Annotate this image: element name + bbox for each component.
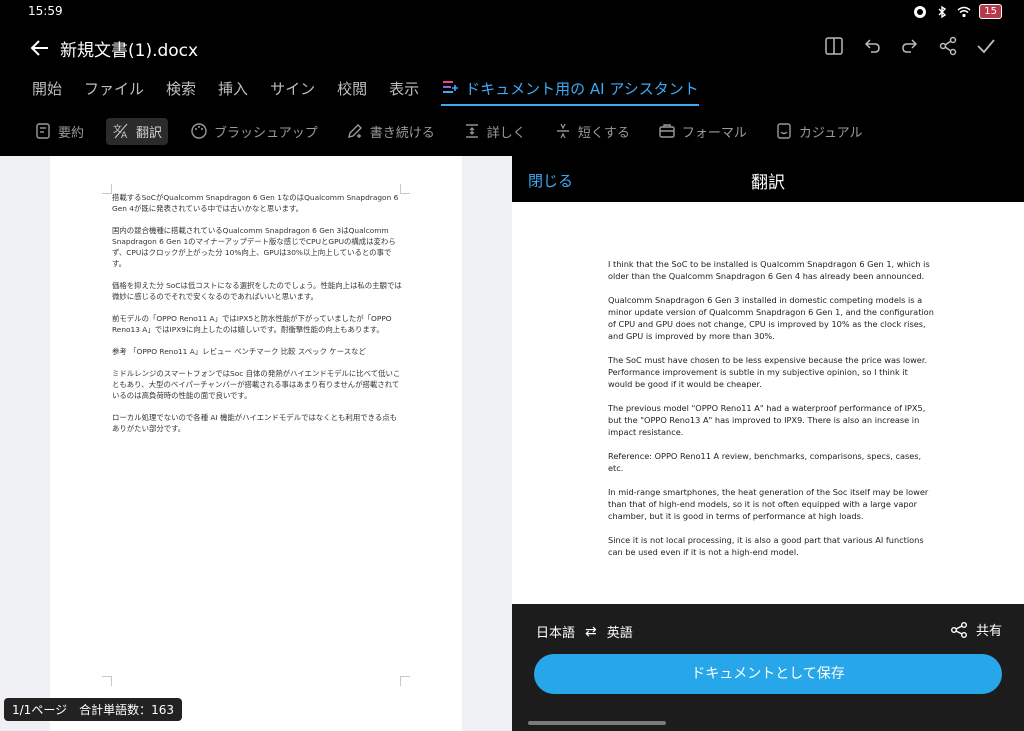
translated-paragraph: I think that the SoC to be installed is … xyxy=(608,259,930,281)
translation-panel: 閉じる 翻訳 I think that the SoC to be instal… xyxy=(512,156,1024,731)
palette-icon xyxy=(191,123,207,139)
document-area[interactable]: 搭載するSoCがQualcomm Snapdragon 6 Gen 1なのはQu… xyxy=(0,156,512,731)
brushup-tool[interactable]: ブラッシュアップ xyxy=(184,118,324,145)
menu-tabs: 開始 ファイル 検索 挿入 サイン 校閲 表示 ドキュメント用の AI アシスタ… xyxy=(32,78,721,108)
language-selector[interactable]: 日本語 ⇄ 英語 xyxy=(536,622,633,642)
margin-mark xyxy=(102,676,112,686)
document-paragraph: ローカル処理でないので各種 AI 機能がハイエンドモデルではなくとも利用できる点… xyxy=(112,413,398,433)
wifi-icon xyxy=(957,6,971,17)
share-label: 共有 xyxy=(975,624,1002,639)
tab-file[interactable]: ファイル xyxy=(84,78,144,104)
battery-icon: 15 xyxy=(979,4,1002,19)
status-time: 15:59 xyxy=(28,4,63,18)
formal-label: フォーマル xyxy=(681,125,747,141)
casual-tool[interactable]: カジュアル xyxy=(769,118,869,145)
swap-languages-icon[interactable]: ⇄ xyxy=(585,624,597,640)
share-icon[interactable] xyxy=(938,36,958,56)
panel-header: 閉じる 翻訳 xyxy=(512,156,1024,202)
expand-icon xyxy=(465,124,478,138)
target-language[interactable]: 英語 xyxy=(607,622,633,641)
pen-icon xyxy=(347,124,362,138)
expand-label: 詳しく xyxy=(486,125,526,141)
ai-tool-row: 要約 文A 翻訳 ブラッシュアップ 書き続ける 詳しく 短くする フォーマル カ… xyxy=(28,116,879,146)
back-arrow-icon[interactable] xyxy=(28,36,52,60)
ai-assistant-icon xyxy=(443,81,459,93)
share-button[interactable]: 共有 xyxy=(950,620,1002,639)
shorten-icon xyxy=(556,123,569,139)
continue-writing-tool[interactable]: 書き続ける xyxy=(340,118,441,145)
tab-insert[interactable]: 挿入 xyxy=(218,78,248,104)
check-icon[interactable] xyxy=(976,36,996,56)
document-paragraph: 国内の競合機種に搭載されているQualcomm Snapdragon 6 Gen… xyxy=(112,226,396,268)
panel-title: 翻訳 xyxy=(751,173,785,193)
tab-ai-assistant[interactable]: ドキュメント用の AI アシスタント xyxy=(441,78,699,106)
brushup-label: ブラッシュアップ xyxy=(214,125,318,141)
shorten-label: 短くする xyxy=(577,125,630,141)
translate-label: 翻訳 xyxy=(136,125,163,141)
title-bar: 新規文書(1).docx xyxy=(0,24,1024,72)
tab-view[interactable]: 表示 xyxy=(389,78,419,104)
document-title: 新規文書(1).docx xyxy=(60,41,199,61)
tab-review[interactable]: 校閲 xyxy=(337,78,367,104)
document-paragraph: 価格を抑えた分 SoCは低コストになる選択をしたのでしょう。性能向上は私の主観で… xyxy=(112,281,402,301)
translated-paragraph: Qualcomm Snapdragon 6 Gen 3 installed in… xyxy=(608,295,934,341)
document-paragraph: ミドルレンジのスマートフォンではSoc 自体の発熱がハイエンドモデルに比べて低い… xyxy=(112,369,401,400)
expand-tool[interactable]: 詳しく xyxy=(457,118,532,145)
casual-label: カジュアル xyxy=(798,125,863,141)
document-paragraph: 前モデルの「OPPO Reno11 A」ではIPX5と防水性能が下がっていました… xyxy=(112,314,392,334)
svg-text:A: A xyxy=(121,131,128,140)
status-bar: 15:59 15 xyxy=(0,0,1024,24)
margin-mark xyxy=(102,184,112,194)
briefcase-icon xyxy=(659,124,675,138)
sync-icon xyxy=(914,5,927,18)
summary-icon xyxy=(36,123,50,139)
gesture-handle[interactable] xyxy=(528,721,666,725)
status-icons: 15 xyxy=(913,4,1002,19)
tab-sign[interactable]: サイン xyxy=(270,78,315,104)
title-actions xyxy=(824,36,996,56)
redo-icon[interactable] xyxy=(900,36,920,56)
document-page[interactable]: 搭載するSoCがQualcomm Snapdragon 6 Gen 1なのはQu… xyxy=(50,156,462,731)
document-paragraph: 参考 「OPPO Reno11 A」レビュー ベンチマーク 比較 スペック ケー… xyxy=(112,347,366,356)
translated-paragraph: The SoC must have chosen to be less expe… xyxy=(608,355,928,389)
translated-paragraph: The previous model "OPPO Reno11 A" had a… xyxy=(608,403,926,437)
tab-ai-assistant-label: ドキュメント用の AI アシスタント xyxy=(465,80,699,98)
translated-paragraph: Reference: OPPO Reno11 A review, benchma… xyxy=(608,451,922,473)
casual-icon xyxy=(777,123,791,139)
bluetooth-icon xyxy=(938,5,947,18)
continue-writing-label: 書き続ける xyxy=(369,125,435,141)
translated-paragraph: Since it is not local processing, it is … xyxy=(608,535,924,557)
tab-search[interactable]: 検索 xyxy=(166,78,196,104)
shorten-tool[interactable]: 短くする xyxy=(548,118,636,145)
summary-label: 要約 xyxy=(58,125,85,141)
margin-mark xyxy=(400,676,410,686)
translate-icon: 文A xyxy=(113,123,128,140)
page-info-badge: 1/1ページ 合計単語数：163 xyxy=(4,698,182,721)
undo-icon[interactable] xyxy=(862,36,882,56)
translate-tool[interactable]: 文A 翻訳 xyxy=(106,117,169,145)
tab-start[interactable]: 開始 xyxy=(32,78,62,104)
translated-text: I think that the SoC to be installed is … xyxy=(608,258,934,570)
document-paragraph: 搭載するSoCがQualcomm Snapdragon 6 Gen 1なのはQu… xyxy=(112,193,399,213)
split-view-icon[interactable] xyxy=(824,36,844,56)
document-text: 搭載するSoCがQualcomm Snapdragon 6 Gen 1なのはQu… xyxy=(112,192,402,445)
formal-tool[interactable]: フォーマル xyxy=(652,118,753,145)
save-as-document-button[interactable]: ドキュメントとして保存 xyxy=(534,654,1002,694)
translation-result: I think that the SoC to be installed is … xyxy=(512,202,1024,604)
share-icon xyxy=(950,621,967,638)
translated-paragraph: In mid-range smartphones, the heat gener… xyxy=(608,487,929,521)
summary-tool[interactable]: 要約 xyxy=(28,118,90,145)
source-language[interactable]: 日本語 xyxy=(536,622,575,641)
